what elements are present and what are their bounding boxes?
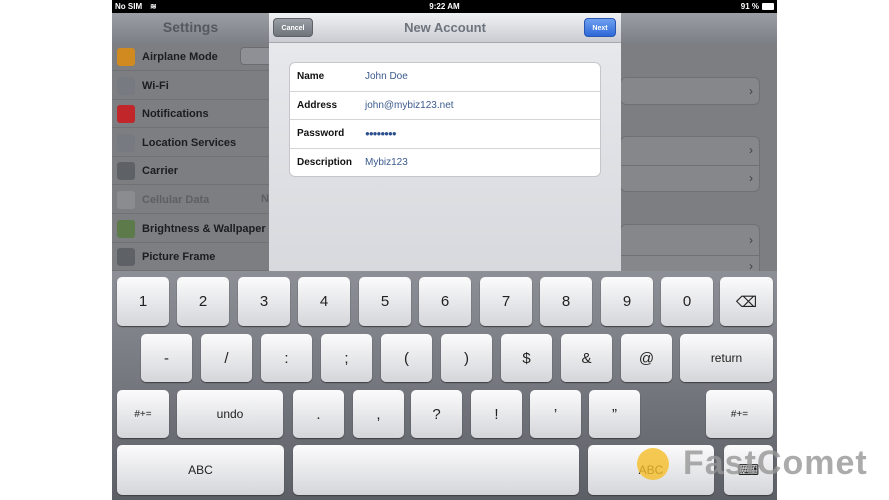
settings-item-label: Picture Frame [142,251,216,264]
settings-item-label: Notifications [142,108,209,121]
picture-frame-icon [117,248,135,267]
notifications-icon [117,105,135,124]
return-key[interactable]: return [680,334,773,382]
settings-item[interactable]: Picture Frame [112,243,269,272]
key[interactable]: - [141,334,192,382]
settings-item-label: Cellular Data [142,194,210,206]
chevron-right-icon: › [749,84,753,98]
settings-item-label: Carrier [142,165,179,178]
key[interactable]: 6 [419,277,471,326]
settings-item[interactable]: Brightness & Wallpaper [112,215,269,243]
settings-item[interactable]: Carrier [112,157,269,186]
key[interactable]: ) [441,334,492,382]
airplane-icon [117,48,135,66]
key[interactable]: 2 [177,277,229,326]
settings-title: Settings [112,13,269,43]
password-field[interactable]: ●●●●●●●● [365,120,397,148]
field-label: Password [297,128,345,139]
symbols-toggle-key[interactable]: #+= [706,390,773,438]
field-label: Description [297,156,353,168]
cellular-data-value: N [261,193,269,205]
key[interactable]: / [201,334,252,382]
key[interactable]: @ [621,334,672,382]
location-icon [117,133,135,152]
settings-item[interactable]: Notifications [112,100,269,129]
space-key[interactable] [293,445,579,495]
key[interactable]: ; [321,334,372,382]
field-label: Address [297,99,338,111]
key[interactable]: ’ [530,390,581,438]
ipad-screen: No SIM ≋ 9:22 AM 91 % Settings Airplane … [112,0,777,500]
key[interactable]: , [353,390,404,438]
chevron-right-icon[interactable]: › [749,171,753,185]
account-form: Name John Doe Address john@mybiz123.net Pa… [289,62,601,177]
key[interactable]: : [261,334,312,382]
abc-key[interactable]: ABC [117,445,284,495]
wifi-icon [117,76,135,95]
symbols-toggle-key[interactable]: #+= [117,390,169,438]
password-row[interactable]: Password ●●●●●●●● [290,120,600,149]
delete-key[interactable]: ⌫ [720,277,773,326]
settings-item-label: Location Services [142,136,237,149]
clock: 9:22 AM [429,2,460,11]
key[interactable]: 9 [601,277,653,326]
settings-item[interactable]: Location Services [112,129,269,157]
chevron-right-icon[interactable]: › [749,233,753,247]
key[interactable]: $ [501,334,552,382]
key[interactable]: 4 [298,277,350,326]
new-account-dialog: Cancel New Account Next Name John Doe Add… [269,13,621,271]
dialog-title: New Account [404,20,486,35]
settings-item-label: Wi-Fi [142,79,169,92]
key[interactable]: 8 [540,277,592,326]
address-field[interactable]: john@mybiz123.net [365,92,454,120]
key[interactable]: 3 [238,277,290,326]
undo-key[interactable]: undo [177,390,283,438]
name-field[interactable]: John Doe [365,63,408,91]
flower-icon [117,219,135,238]
abc-key[interactable]: ABC [588,445,714,495]
dialog-nav-bar: Cancel New Account Next [269,13,621,43]
description-row[interactable]: Description Mybiz123 [290,149,600,177]
name-row[interactable]: Name John Doe [290,63,600,92]
key[interactable]: 1 [117,277,169,326]
settings-item-label: Airplane Mode [142,51,218,63]
key[interactable]: 5 [359,277,411,326]
address-row[interactable]: Address john@mybiz123.net [290,92,600,120]
chevron-right-icon[interactable]: › [749,143,753,157]
key[interactable]: ! [471,390,522,438]
phone-icon [117,162,135,181]
detail-nav-bar [620,13,777,43]
battery-percent: 91 % [740,2,759,11]
field-label: Name [297,71,325,82]
status-bar: No SIM ≋ 9:22 AM 91 % [112,0,777,13]
hide-keyboard-key[interactable]: ⌨ [724,445,773,495]
key[interactable]: 7 [480,277,532,326]
description-field[interactable]: Mybiz123 [365,149,408,177]
battery-icon [762,3,774,10]
antenna-icon [117,191,135,209]
settings-item-label: Brightness & Wallpaper [142,222,266,235]
key[interactable]: & [561,334,612,382]
key[interactable]: ” [589,390,640,438]
on-screen-keyboard: 1 2 3 4 5 6 7 8 9 0 ⌫ - /:;() $ & @ return #+= undo.,?!’” #… [112,271,777,500]
key[interactable]: ( [381,334,432,382]
settings-item[interactable]: Cellular Data [112,186,269,214]
key[interactable]: . [293,390,344,438]
next-button[interactable]: Next [584,18,616,37]
settings-item[interactable]: Wi-Fi [112,72,269,100]
key[interactable]: ? [411,390,462,438]
detail-row[interactable]: › [620,77,760,105]
key[interactable]: 0 [661,277,713,326]
detail-group: › › [620,136,760,192]
